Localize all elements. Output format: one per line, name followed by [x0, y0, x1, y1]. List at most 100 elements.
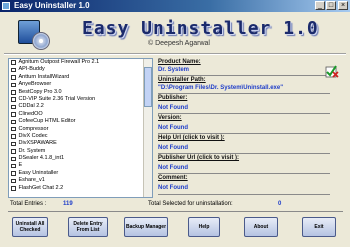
list-item-label: AnyeBrowser: [18, 81, 52, 88]
list-item[interactable]: CDDal 2.2: [9, 103, 143, 110]
status-divider: [8, 211, 343, 212]
list-item-label: ClinedOO: [18, 110, 43, 117]
maximize-button[interactable]: □: [326, 1, 336, 10]
list-item-label: DivXSPAWARE: [18, 140, 57, 147]
author-credit: © Deepesh Agarwal: [148, 40, 210, 47]
item-checkbox[interactable]: [11, 97, 16, 102]
list-item[interactable]: CofeeCup HTML Editor: [9, 118, 143, 125]
publisher-url-label: Publisher Url (click to visit ):: [158, 155, 240, 161]
item-checkbox[interactable]: [11, 171, 16, 176]
details-panel: Product Name: Dr. System Uninstaller Pat…: [158, 58, 338, 198]
product-name-label: Product Name:: [158, 59, 201, 65]
list-item[interactable]: API-Buddy: [9, 66, 143, 73]
list-item-label: DSealer 4.1.8_int1: [18, 155, 65, 162]
list-item-label: FlashGet Chat 2.2: [18, 184, 64, 191]
list-item[interactable]: FlashGet Chat 2.2: [9, 185, 143, 192]
list-item-label: CDDal 2.2: [18, 103, 44, 110]
item-checkbox[interactable]: [11, 67, 16, 73]
list-item-label: Agnitum Outpost Firewall Pro 2.1: [18, 59, 100, 65]
item-checkbox[interactable]: [11, 149, 16, 154]
version-label: Version:: [158, 115, 182, 121]
version-value: Not Found: [158, 125, 188, 131]
list-item-label: Antturn InstallWizard: [18, 73, 70, 80]
list-item-label: E: [18, 162, 23, 169]
publisher-label: Publisher:: [158, 95, 188, 101]
program-list[interactable]: Agnitum Outpost Firewall Pro 2.1 API-Budd…: [8, 58, 153, 198]
total-selected-value: 0: [278, 201, 282, 207]
list-item-label: Easy Uninstaller: [18, 169, 59, 176]
list-item[interactable]: BestCopy Pro 3.0: [9, 89, 143, 96]
list-item[interactable]: CD-VIP Suite 2.36 Trial Version: [9, 96, 143, 103]
item-checkbox[interactable]: [11, 75, 16, 80]
list-item-label: Eshare_v1: [18, 177, 45, 184]
backup-manager-button[interactable]: Backup Manager: [124, 217, 168, 237]
list-item-label: Dr. System: [18, 147, 46, 154]
publisher-value: Not Found: [158, 105, 188, 111]
divider: [158, 194, 330, 195]
divider: [158, 75, 330, 76]
comment-label: Comment:: [158, 175, 188, 181]
item-checkbox[interactable]: [11, 104, 16, 110]
list-item[interactable]: DivXSPAWARE: [9, 140, 143, 147]
item-checkbox[interactable]: [11, 60, 16, 65]
comment-value: Not Found: [158, 185, 188, 191]
item-checkbox[interactable]: [11, 141, 16, 147]
uninstaller-path-label: Uninstaller Path:: [158, 77, 206, 83]
item-checkbox[interactable]: [11, 119, 16, 125]
window-title: Easy Uninstaller 1.0: [14, 1, 90, 10]
uninstall-all-button[interactable]: Uninstall All Checked: [12, 217, 48, 237]
close-button[interactable]: ×: [338, 1, 348, 10]
item-checkbox[interactable]: [11, 90, 16, 95]
divider: [158, 113, 330, 114]
list-item[interactable]: Easy Uninstaller: [9, 170, 143, 177]
minimize-button[interactable]: _: [315, 1, 325, 10]
item-checkbox[interactable]: [11, 178, 16, 184]
computer-disc-icon: [14, 18, 50, 52]
item-checkbox[interactable]: [11, 82, 16, 88]
list-item-label: CD-VIP Suite 2.36 Trial Version: [18, 95, 96, 102]
list-item[interactable]: Dr. System: [9, 148, 143, 155]
total-entries-label: Total Entries :: [10, 201, 47, 207]
list-scrollbar[interactable]: [143, 59, 152, 197]
item-checkbox[interactable]: [11, 126, 16, 132]
product-name-value: Dr. System: [158, 67, 190, 73]
header-divider: [4, 53, 346, 55]
total-selected-label: Total Selected for uninstallation:: [148, 201, 233, 207]
item-checkbox[interactable]: [11, 134, 16, 139]
divider: [158, 153, 330, 154]
list-item[interactable]: Compressor: [9, 126, 143, 133]
app-title: Easy Uninstaller 1.0: [82, 18, 319, 39]
list-item[interactable]: DivX Codec: [9, 133, 143, 140]
list-item-label: API-Buddy: [18, 66, 45, 73]
title-bar: Easy Uninstaller 1.0 _ □ ×: [0, 0, 350, 12]
list-item-label: BestCopy Pro 3.0: [18, 88, 62, 95]
divider: [158, 93, 330, 94]
divider: [158, 173, 330, 174]
help-url-value[interactable]: Not Found: [158, 145, 188, 151]
about-button[interactable]: About: [244, 217, 278, 237]
list-item[interactable]: ClinedOO: [9, 111, 143, 118]
list-item-label: DivX Codec: [18, 132, 48, 139]
list-item[interactable]: Eshare_v1: [9, 177, 143, 184]
item-checkbox[interactable]: [11, 156, 16, 162]
uninstaller-path-value: "D:\Program Files\Dr. System\Uninstall.e…: [158, 85, 284, 91]
list-item[interactable]: E: [9, 162, 143, 169]
item-checkbox[interactable]: [11, 186, 16, 191]
item-checkbox[interactable]: [11, 163, 16, 169]
help-url-label: Help Url (click to visit ):: [158, 135, 225, 141]
item-checkbox[interactable]: [11, 112, 16, 117]
list-item[interactable]: DSealer 4.1.8_int1: [9, 155, 143, 162]
help-button[interactable]: Help: [188, 217, 220, 237]
exit-button[interactable]: Exit: [302, 217, 336, 237]
list-item[interactable]: AnyeBrowser: [9, 81, 143, 88]
divider: [158, 133, 330, 134]
list-item[interactable]: Antturn InstallWizard: [9, 74, 143, 81]
list-item-label: Compressor: [18, 125, 49, 132]
status-bar: Total Entries : 119 Total Selected for u…: [8, 201, 343, 210]
publisher-url-value[interactable]: Not Found: [158, 165, 188, 171]
scrollbar-thumb[interactable]: [144, 67, 152, 107]
list-item-label: CofeeCup HTML Editor: [18, 118, 76, 125]
list-item[interactable]: Agnitum Outpost Firewall Pro 2.1: [9, 59, 143, 66]
delete-entry-button[interactable]: Delete Entry From List: [68, 217, 108, 237]
check-cross-icon: [325, 65, 339, 78]
